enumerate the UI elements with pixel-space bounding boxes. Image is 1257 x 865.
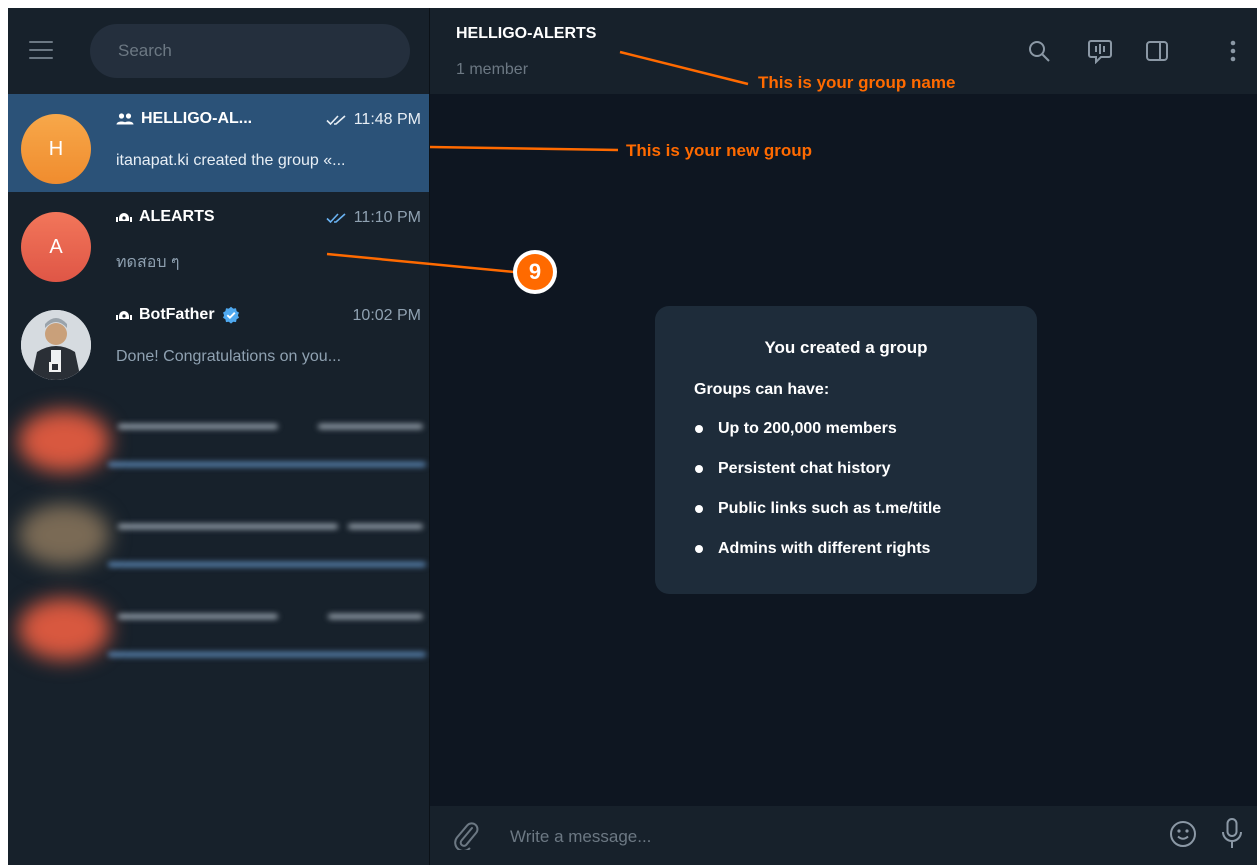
- chat-name-text: BotFather: [139, 306, 215, 323]
- message-input[interactable]: [508, 818, 1132, 856]
- search-icon[interactable]: [1024, 36, 1054, 66]
- list-item: Admins with different rights: [694, 539, 941, 579]
- chat-item-alearts[interactable]: A ALEARTS 11:10 PM ทดสอบ ๆ: [8, 192, 429, 290]
- chat-time: 11:48 PM: [326, 111, 421, 129]
- list-item: Public links such as t.me/title: [694, 499, 941, 539]
- telegram-window: H HELLIGO-AL... 11:48 PM itanapat.ki cre…: [8, 8, 1257, 865]
- chat-name: BotFather: [116, 306, 240, 324]
- verified-badge-icon: [222, 306, 240, 324]
- microphone-icon[interactable]: [1220, 817, 1244, 856]
- chat-time: 10:02 PM: [353, 307, 421, 325]
- avatar: A: [21, 212, 91, 282]
- search-input[interactable]: [90, 24, 410, 78]
- member-count: 1 member: [456, 61, 529, 78]
- avatar-letter: A: [49, 235, 63, 258]
- chat-preview: ทดสอบ ๆ: [116, 254, 180, 271]
- chat-time: 11:10 PM: [326, 209, 421, 227]
- chat-name: HELLIGO-AL...: [116, 110, 252, 128]
- chat-list-sidebar: H HELLIGO-AL... 11:48 PM itanapat.ki cre…: [8, 8, 430, 865]
- group-created-card: You created a group Groups can have: Up …: [655, 306, 1037, 594]
- chat-item-redacted[interactable]: [8, 590, 429, 684]
- botfather-avatar: [21, 310, 91, 380]
- group-icon: [116, 113, 134, 125]
- paperclip-icon[interactable]: [452, 820, 480, 855]
- chat-time-text: 10:02 PM: [352, 307, 421, 324]
- list-item: Persistent chat history: [694, 459, 941, 499]
- bot-icon: [116, 308, 132, 322]
- chat-name-text: HELLIGO-AL...: [141, 110, 253, 127]
- chat-name: ALEARTS: [116, 208, 215, 226]
- sidebar-toggle-icon[interactable]: [1142, 36, 1172, 66]
- message-area: You created a group Groups can have: Up …: [430, 94, 1257, 806]
- double-check-icon: [326, 212, 348, 224]
- card-title: You created a group: [764, 338, 928, 357]
- chat-preview: Done! Congratulations on you...: [116, 348, 342, 365]
- card-subtitle: Groups can have:: [694, 381, 830, 398]
- chat-item-redacted[interactable]: [8, 402, 429, 496]
- chat-header: HELLIGO-ALERTS 1 member: [430, 8, 1257, 94]
- channel-icon: [116, 210, 132, 224]
- voice-chat-icon[interactable]: [1085, 36, 1115, 66]
- feature-list: Up to 200,000 members Persistent chat hi…: [694, 419, 941, 579]
- list-item: Up to 200,000 members: [694, 419, 941, 459]
- avatar: [18, 410, 110, 472]
- avatar: [18, 598, 110, 660]
- avatar: H: [21, 114, 91, 184]
- chat-name-text: ALEARTS: [139, 208, 215, 225]
- double-check-icon: [326, 114, 348, 126]
- chat-item-botfather[interactable]: BotFather 10:02 PM Done! Congratulations…: [8, 290, 429, 388]
- avatar: [18, 504, 110, 566]
- more-options-icon[interactable]: [1218, 36, 1248, 66]
- message-composer: [430, 806, 1257, 865]
- chat-time-text: 11:48 PM: [353, 111, 421, 128]
- emoji-icon[interactable]: [1168, 819, 1198, 854]
- hamburger-icon[interactable]: [26, 36, 56, 64]
- chat-title[interactable]: HELLIGO-ALERTS: [456, 25, 596, 43]
- search-box[interactable]: [90, 24, 410, 78]
- chat-preview: itanapat.ki created the group «...: [116, 152, 346, 169]
- chat-time-text: 11:10 PM: [353, 209, 421, 226]
- chat-item-helligo-alerts[interactable]: H HELLIGO-AL... 11:48 PM itanapat.ki cre…: [8, 94, 429, 192]
- chat-item-redacted[interactable]: [8, 496, 429, 590]
- avatar-letter: H: [48, 137, 64, 160]
